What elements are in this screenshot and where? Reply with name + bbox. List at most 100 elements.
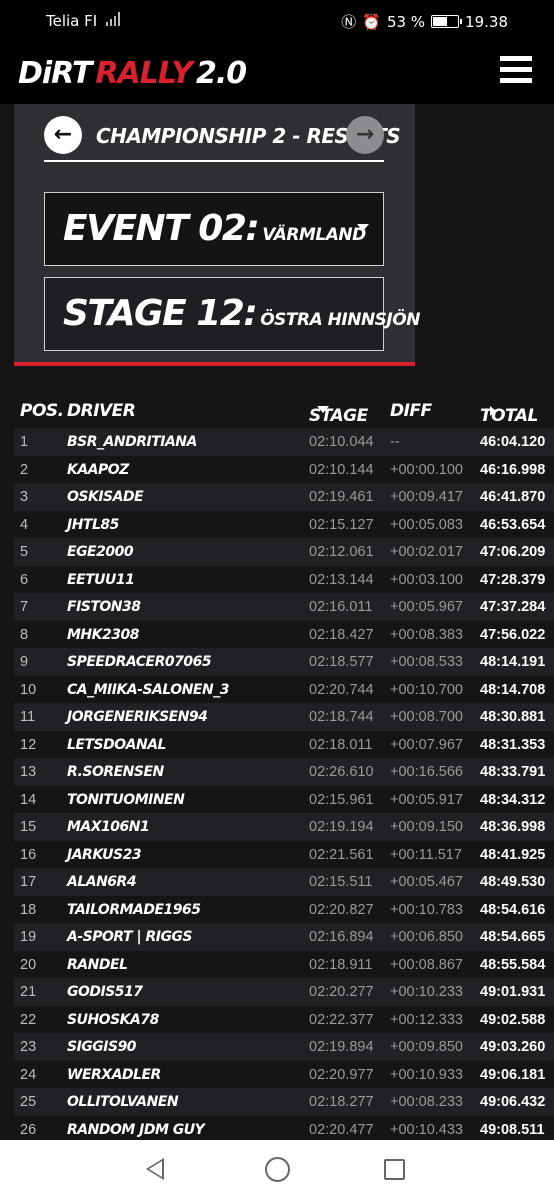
row-driver: FISTON38 — [67, 599, 141, 615]
row-stage-time: 02:21.561 — [309, 846, 374, 863]
row-pos: 13 — [20, 764, 37, 780]
row-diff: +00:09.150 — [390, 819, 463, 835]
stage-selector[interactable]: STAGE 12: ÖSTRA HINNSJÖN — [44, 277, 420, 351]
app-header: DiRT RALLY 2.0 — [0, 42, 554, 104]
row-pos: 25 — [20, 1094, 37, 1110]
row-total: 49:03.260 — [480, 1039, 546, 1055]
row-total: 47:56.022 — [480, 626, 546, 643]
row-stage-time: 02:15.511 — [309, 874, 373, 890]
row-pos: 18 — [20, 901, 37, 918]
table-row[interactable]: 13 R.SORENSEN 02:26.610 +00:16.566 48:33.791 — [14, 758, 554, 786]
row-diff: +00:10.433 — [390, 1121, 463, 1138]
row-total: 47:28.379 — [480, 571, 546, 588]
table-row[interactable]: 15 MAX106N1 02:19.194 +00:09.150 48:36.998 — [14, 813, 554, 841]
table-row[interactable]: 18 TAILORMADE1965 02:20.827 +00:10.783 48:54… — [14, 895, 554, 923]
row-diff: +00:05.967 — [390, 599, 463, 615]
chevron-down-icon[interactable] — [357, 224, 369, 231]
row-pos: 7 — [20, 599, 29, 615]
row-total: 48:55.584 — [480, 956, 546, 973]
row-pos: 5 — [20, 544, 29, 560]
table-row[interactable]: 6 EETUU11 02:13.144 +00:03.100 47:28.379 — [14, 565, 554, 593]
championship-header: ← CHAMPIONSHIP 2 - RESULTS → — [44, 114, 401, 162]
table-row[interactable]: 16 JARKUS23 02:21.561 +00:11.517 48:41.925 — [14, 840, 554, 868]
table-row[interactable]: 7 FISTON38 02:16.011 +00:05.967 47:37.284 — [14, 593, 554, 621]
row-driver: JARKUS23 — [67, 846, 142, 863]
row-diff: +00:09.417 — [390, 489, 463, 505]
row-total: 49:01.931 — [480, 984, 546, 1000]
header-driver[interactable]: DRIVER — [67, 401, 136, 421]
table-row[interactable]: 9 SPEEDRACER07065 02:18.577 +00:08.533 48:14… — [14, 648, 554, 676]
row-stage-time: 02:12.061 — [309, 544, 374, 560]
table-row[interactable]: 19 A-SPORT | RIGGS 02:16.894 +00:06.850 48:5… — [14, 923, 554, 951]
arrow-right-icon[interactable]: → — [346, 116, 384, 154]
table-row[interactable]: 23 SIGGIS90 02:19.894 +00:09.850 49:03.260 — [14, 1033, 554, 1061]
table-row[interactable]: 12 LETSDOANAL 02:18.011 +00:07.967 48:31.353 — [14, 730, 554, 758]
dirt-rally-logo[interactable]: DiRT RALLY 2.0 — [18, 59, 247, 89]
row-pos: 12 — [20, 736, 37, 753]
home-icon[interactable] — [265, 1157, 290, 1182]
table-row[interactable]: 1 BSR_ANDRITIANA 02:10.044 -- 46:04.120 — [14, 428, 554, 456]
row-diff: +00:08.867 — [390, 956, 463, 973]
row-stage-time: 02:15.961 — [309, 791, 374, 808]
table-row[interactable]: 10 CA_MIIKA-SALONEN_3 02:20.744 +00:10.700 4… — [14, 675, 554, 703]
row-diff: +00:08.383 — [390, 626, 463, 643]
table-row[interactable]: 22 SUHOSKA78 02:22.377 +00:12.333 49:02.588 — [14, 1005, 554, 1033]
table-row[interactable]: 17 ALAN6R4 02:15.511 +00:05.467 48:49.530 — [14, 868, 554, 896]
row-driver: OLLITOLVANEN — [67, 1094, 179, 1110]
table-row[interactable]: 20 RANDEL 02:18.911 +00:08.867 48:55.584 — [14, 950, 554, 978]
event-name: VÄRMLAND — [262, 225, 366, 245]
row-driver: SPEEDRACER07065 — [67, 654, 212, 670]
row-total: 46:16.998 — [480, 461, 546, 478]
row-driver: GODIS517 — [67, 984, 143, 1000]
table-row[interactable]: 24 WERXADLER 02:20.977 +00:10.933 49:06.181 — [14, 1060, 554, 1088]
row-pos: 22 — [20, 1011, 37, 1028]
row-stage-time: 02:20.977 — [309, 1066, 374, 1083]
recents-icon[interactable] — [384, 1159, 405, 1180]
row-pos: 19 — [20, 929, 37, 945]
row-diff: +00:05.467 — [390, 874, 463, 890]
row-total: 49:08.511 — [480, 1121, 545, 1138]
row-stage-time: 02:18.577 — [309, 654, 374, 670]
menu-icon[interactable] — [500, 56, 532, 88]
header-diff[interactable]: DIFF — [390, 401, 432, 421]
row-stage-time: 02:19.894 — [309, 1039, 374, 1055]
row-pos: 17 — [20, 874, 37, 890]
table-row[interactable]: 3 OSKISADE 02:19.461 +00:09.417 46:41.870 — [14, 483, 554, 511]
table-row[interactable]: 21 GODIS517 02:20.277 +00:10.233 49:01.931 — [14, 978, 554, 1006]
row-stage-time: 02:18.427 — [309, 626, 374, 643]
row-total: 48:36.998 — [480, 819, 546, 835]
row-stage-time: 02:20.827 — [309, 901, 374, 918]
row-diff: +00:12.333 — [390, 1011, 463, 1028]
row-driver: EGE2000 — [67, 544, 134, 560]
table-row[interactable]: 4 JHTL85 02:15.127 +00:05.083 46:53.654 — [14, 510, 554, 538]
table-row[interactable]: 26 RANDOM JDM GUY 02:20.477 +00:10.433 49:08… — [14, 1115, 554, 1143]
row-total: 48:41.925 — [480, 846, 546, 863]
table-header: POS. DRIVER STAGE DIFF TOTAL — [20, 401, 538, 426]
row-diff: +00:08.533 — [390, 654, 463, 670]
header-pos[interactable]: POS. — [20, 401, 64, 421]
back-icon[interactable] — [146, 1158, 164, 1180]
table-row[interactable]: 25 OLLITOLVANEN 02:18.277 +00:08.233 49:06.4… — [14, 1088, 554, 1116]
row-stage-time: 02:16.894 — [309, 929, 374, 945]
table-row[interactable]: 8 MHK2308 02:18.427 +00:08.383 47:56.022 — [14, 620, 554, 648]
row-stage-time: 02:22.377 — [309, 1011, 374, 1028]
battery-icon — [431, 15, 463, 28]
row-diff: +00:10.783 — [390, 901, 463, 918]
row-pos: 9 — [20, 654, 29, 670]
table-row[interactable]: 5 EGE2000 02:12.061 +00:02.017 47:06.209 — [14, 538, 554, 566]
table-row[interactable]: 2 KAAPOZ 02:10.144 +00:00.100 46:16.998 — [14, 455, 554, 483]
row-pos: 21 — [20, 984, 37, 1000]
row-total: 48:14.708 — [480, 681, 546, 698]
table-row[interactable]: 14 TONITUOMINEN 02:15.961 +00:05.917 48:34.3… — [14, 785, 554, 813]
sort-down-icon — [317, 406, 329, 413]
row-driver: RANDOM JDM GUY — [67, 1121, 205, 1138]
row-stage-time: 02:16.011 — [309, 599, 373, 615]
table-row[interactable]: 11 JORGENERIKSEN94 02:18.744 +00:08.700 48:3… — [14, 703, 554, 731]
row-driver: TAILORMADE1965 — [67, 901, 201, 918]
row-pos: 20 — [20, 956, 37, 973]
row-stage-time: 02:20.477 — [309, 1121, 374, 1138]
row-total: 48:31.353 — [480, 736, 546, 753]
event-dropdown[interactable]: EVENT 02: VÄRMLAND — [44, 192, 384, 266]
row-pos: 16 — [20, 846, 37, 863]
arrow-left-icon[interactable]: ← — [44, 116, 82, 154]
